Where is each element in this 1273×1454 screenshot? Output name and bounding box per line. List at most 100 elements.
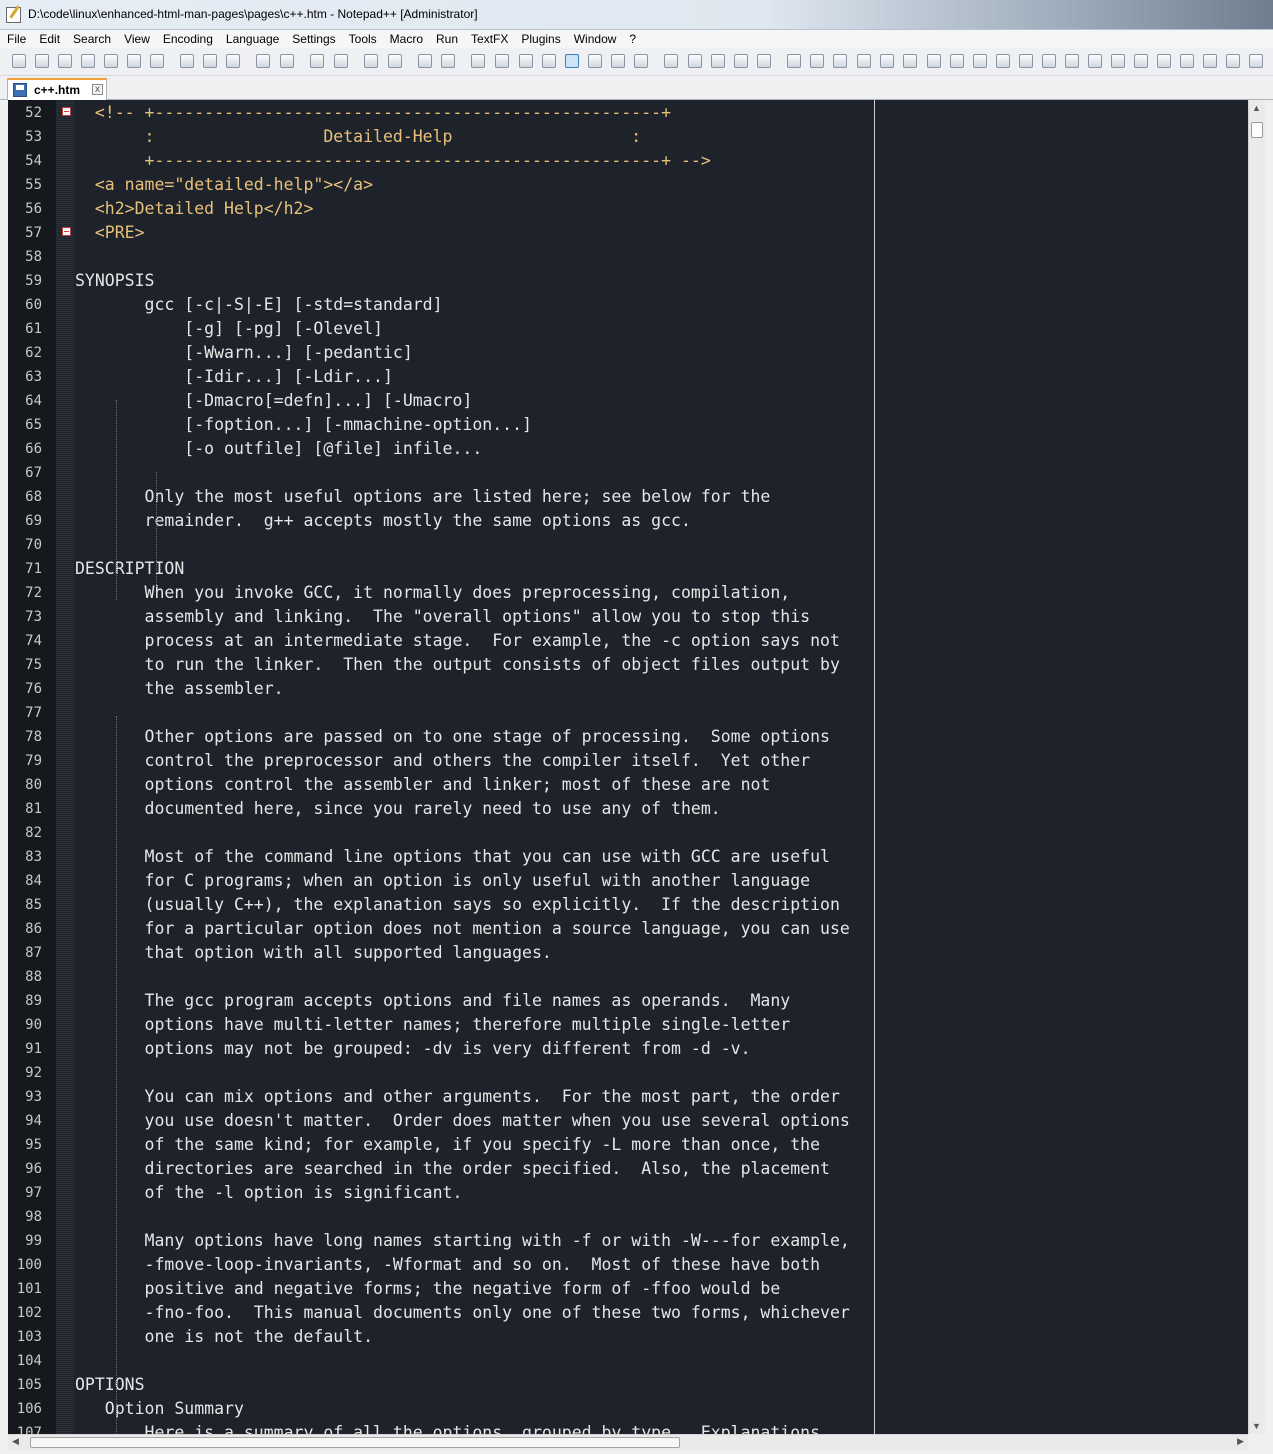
code-line[interactable]: SYNOPSIS [75, 269, 154, 293]
code-line[interactable]: <a name="detailed-help"></a> [75, 173, 373, 197]
code-line[interactable]: for a particular option does not mention… [75, 917, 850, 941]
toolbar-button-icon[interactable] [711, 54, 725, 68]
menu-window[interactable]: Window [567, 30, 623, 48]
toolbar-button-icon[interactable] [280, 54, 294, 68]
code-line[interactable]: Here is a summary of all the options, gr… [75, 1421, 821, 1434]
toolbar-button-icon[interactable] [127, 54, 141, 68]
menu-search[interactable]: Search [66, 30, 117, 48]
vertical-scrollbar[interactable]: ▲ ▼ [1248, 100, 1265, 1434]
code-line[interactable]: directories are searched in the order sp… [75, 1157, 830, 1181]
code-line[interactable]: you use doesn't matter. Order does matte… [75, 1109, 850, 1133]
code-line[interactable]: options may not be grouped: -dv is very … [75, 1037, 751, 1061]
menu-tools[interactable]: Tools [342, 30, 383, 48]
code-line[interactable]: You can mix options and other arguments.… [75, 1085, 840, 1109]
toolbar-button-icon[interactable] [104, 54, 118, 68]
toolbar-button-icon[interactable] [81, 54, 95, 68]
code-line[interactable]: remainder. g++ accepts mostly the same o… [75, 509, 691, 533]
scroll-up-icon[interactable]: ▲ [1252, 103, 1261, 113]
toolbar-button-icon[interactable] [757, 54, 771, 68]
toolbar-button-icon[interactable] [310, 54, 324, 68]
code-line[interactable]: the assembler. [75, 677, 284, 701]
menu-language[interactable]: Language [219, 30, 285, 48]
horizontal-scrollbar[interactable]: ◀ ▶ [8, 1434, 1248, 1450]
toolbar-button-icon[interactable] [1088, 54, 1102, 68]
toolbar-button-icon[interactable] [973, 54, 987, 68]
menu-run[interactable]: Run [429, 30, 464, 48]
toolbar-button-icon[interactable] [1226, 54, 1240, 68]
menu-view[interactable]: View [117, 30, 156, 48]
toolbar-button-icon[interactable] [418, 54, 432, 68]
code-line[interactable]: DESCRIPTION [75, 557, 184, 581]
code-line[interactable]: <h2>Detailed Help</h2> [75, 197, 314, 221]
code-line[interactable]: options have multi-letter names; therefo… [75, 1013, 791, 1037]
code-line[interactable]: for C programs; when an option is only u… [75, 869, 811, 893]
toolbar-button-icon[interactable] [364, 54, 378, 68]
toolbar-button-icon[interactable] [256, 54, 270, 68]
toolbar-button-icon[interactable] [203, 54, 217, 68]
menu-file[interactable]: File [0, 30, 32, 48]
code-line[interactable]: -fno-foo. This manual documents only one… [75, 1301, 850, 1325]
code-line[interactable]: <!-- +----------------------------------… [75, 101, 671, 125]
code-line[interactable]: Option Summary [75, 1397, 244, 1421]
horizontal-scroll-thumb[interactable] [30, 1437, 680, 1448]
code-line[interactable]: Many options have long names starting wi… [75, 1229, 850, 1253]
code-line[interactable]: : Detailed-Help : [75, 125, 642, 149]
toolbar-button-icon[interactable] [1065, 54, 1079, 68]
toolbar-button-icon[interactable] [734, 54, 748, 68]
notepad-app-icon[interactable] [6, 7, 21, 23]
code-line[interactable]: [-Dmacro[=defn]...] [-Umacro] [75, 389, 472, 413]
code-line[interactable]: When you invoke GCC, it normally does pr… [75, 581, 791, 605]
toolbar-button-icon[interactable] [471, 54, 485, 68]
menu-help[interactable]: ? [622, 30, 642, 48]
toolbar-button-icon[interactable] [611, 54, 625, 68]
code-line[interactable]: gcc [-c|-S|-E] [-std=standard] [75, 293, 443, 317]
fold-collapse-icon[interactable] [62, 227, 71, 236]
toolbar-button-icon[interactable] [226, 54, 240, 68]
toolbar-button-icon[interactable] [334, 54, 348, 68]
toolbar-button-icon[interactable] [1203, 54, 1217, 68]
code-line[interactable]: that option with all supported languages… [75, 941, 552, 965]
toolbar-button-icon[interactable] [1111, 54, 1125, 68]
code-line[interactable]: (usually C++), the explanation says so e… [75, 893, 840, 917]
toolbar-button-icon[interactable] [1249, 54, 1263, 68]
menu-encoding[interactable]: Encoding [156, 30, 219, 48]
toolbar-button-icon[interactable] [996, 54, 1010, 68]
code-line[interactable]: The gcc program accepts options and file… [75, 989, 791, 1013]
menu-edit[interactable]: Edit [32, 30, 66, 48]
toolbar-button-icon[interactable] [12, 54, 26, 68]
code-line[interactable]: Other options are passed on to one stage… [75, 725, 830, 749]
toolbar-button-icon[interactable] [180, 54, 194, 68]
toolbar-button-icon[interactable] [495, 54, 509, 68]
toolbar-button-icon[interactable] [588, 54, 602, 68]
toolbar-button-icon[interactable] [1019, 54, 1033, 68]
code-line[interactable]: one is not the default. [75, 1325, 373, 1349]
code-line[interactable]: Only the most useful options are listed … [75, 485, 771, 509]
fold-collapse-icon[interactable] [62, 107, 71, 116]
code-line[interactable]: <PRE> [75, 221, 145, 245]
toolbar-button-icon[interactable] [688, 54, 702, 68]
code-line[interactable]: assembly and linking. The "overall optio… [75, 605, 811, 629]
toolbar-button-icon[interactable] [441, 54, 455, 68]
toolbar-button-icon[interactable] [35, 54, 49, 68]
tab-cpp-htm[interactable]: c++.htm x [7, 78, 107, 100]
code-line[interactable]: [-Wwarn...] [-pedantic] [75, 341, 413, 365]
toolbar-button-icon[interactable] [903, 54, 917, 68]
toolbar-button-icon[interactable] [1042, 54, 1056, 68]
code-line[interactable]: control the preprocessor and others the … [75, 749, 811, 773]
toolbar-button-icon[interactable] [787, 54, 801, 68]
toolbar-button-icon[interactable] [927, 54, 941, 68]
code-line[interactable]: +---------------------------------------… [75, 149, 711, 173]
menu-plugins[interactable]: Plugins [514, 30, 566, 48]
toolbar-button-icon[interactable] [565, 54, 579, 68]
menu-macro[interactable]: Macro [383, 30, 429, 48]
toolbar-button-icon[interactable] [880, 54, 894, 68]
code-line[interactable]: OPTIONS [75, 1373, 145, 1397]
scroll-right-icon[interactable]: ▶ [1237, 1436, 1244, 1447]
toolbar-button-icon[interactable] [833, 54, 847, 68]
menu-textfx[interactable]: TextFX [464, 30, 514, 48]
toolbar-button-icon[interactable] [634, 54, 648, 68]
fold-margin[interactable] [56, 100, 74, 1434]
code-line[interactable]: positive and negative forms; the negativ… [75, 1277, 781, 1301]
code-line[interactable]: of the same kind; for example, if you sp… [75, 1133, 821, 1157]
toolbar-button-icon[interactable] [58, 54, 72, 68]
